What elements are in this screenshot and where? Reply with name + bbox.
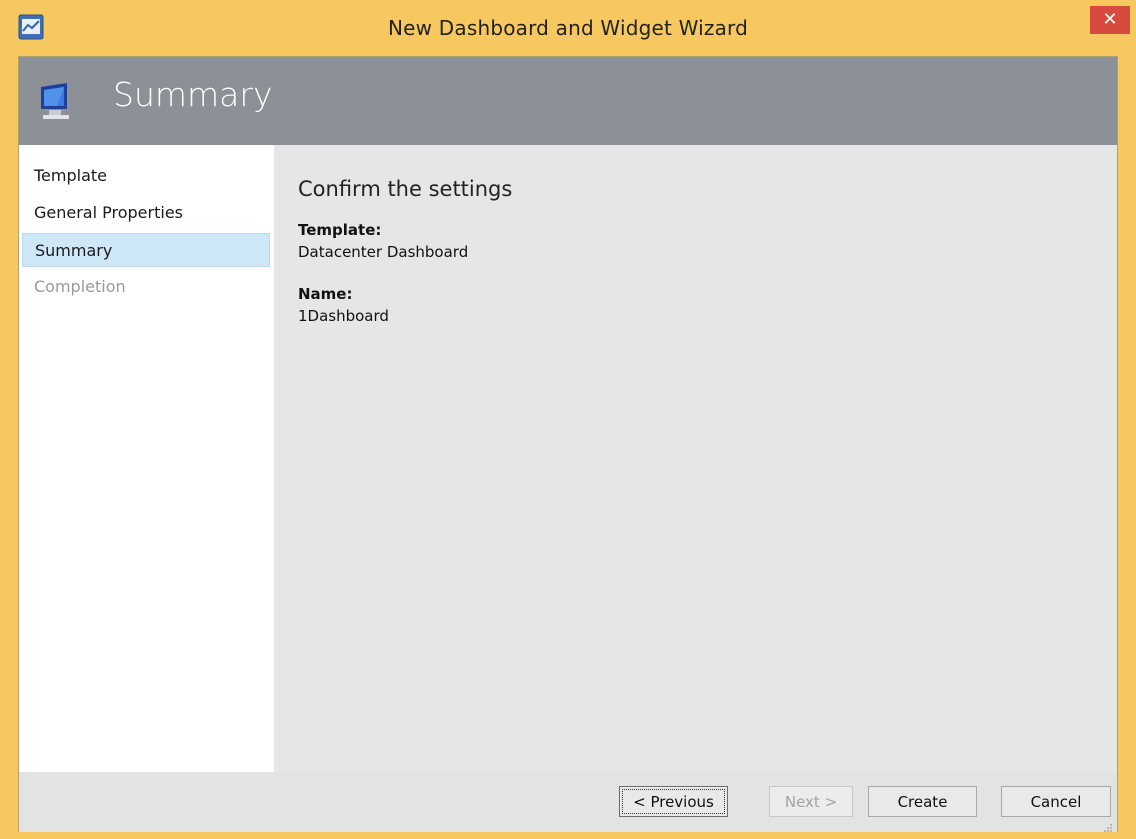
- window-title: New Dashboard and Widget Wizard: [387, 16, 749, 40]
- cancel-button[interactable]: Cancel: [1001, 786, 1111, 817]
- monitor-icon: [35, 79, 79, 123]
- wizard-steps-sidebar: Template General Properties Summary Comp…: [19, 145, 274, 772]
- sidebar-item-summary[interactable]: Summary: [22, 233, 270, 267]
- summary-content: Confirm the settings Template: Datacente…: [274, 145, 1117, 772]
- wizard-frame: Summary Template General Properties Summ…: [18, 56, 1118, 832]
- confirm-heading: Confirm the settings: [298, 177, 513, 201]
- resize-grip-icon[interactable]: [1103, 818, 1113, 832]
- sidebar-item-completion: Completion: [34, 277, 126, 296]
- sidebar-item-template[interactable]: Template: [22, 159, 270, 193]
- wizard-footer: < Previous Next > Create Cancel: [19, 772, 1117, 832]
- previous-button[interactable]: < Previous: [619, 786, 728, 817]
- wizard-window: New Dashboard and Widget Wizard ✕ Summar…: [0, 0, 1136, 839]
- close-button[interactable]: ✕: [1090, 6, 1130, 34]
- template-label: Template:: [298, 221, 382, 239]
- name-value: 1Dashboard: [298, 307, 389, 325]
- name-label: Name:: [298, 285, 353, 303]
- title-bar[interactable]: New Dashboard and Widget Wizard ✕: [0, 0, 1136, 56]
- next-button: Next >: [769, 786, 853, 817]
- create-button[interactable]: Create: [868, 786, 977, 817]
- page-title: Summary: [113, 75, 273, 114]
- sidebar-item-general-properties[interactable]: General Properties: [22, 196, 270, 230]
- template-value: Datacenter Dashboard: [298, 243, 469, 261]
- wizard-header: Summary: [19, 57, 1117, 145]
